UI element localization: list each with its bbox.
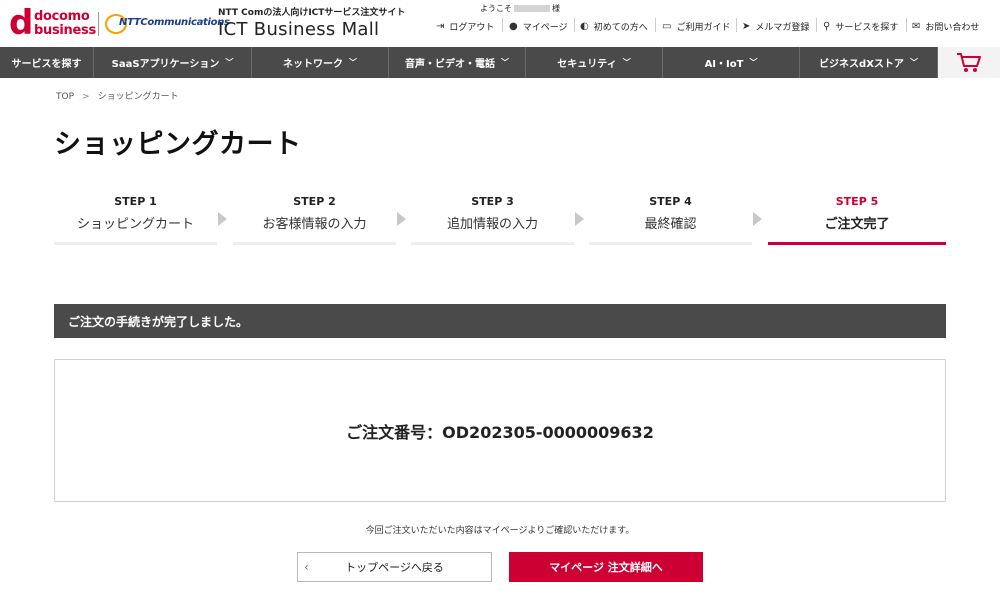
docomo-logo-line2: business [34, 23, 96, 38]
mypage-note: 今回ご注文いただいた内容はマイページよりご確認いただけます。 [365, 526, 635, 536]
back-to-top-label: トップページへ戻る [345, 561, 444, 574]
step-arrow-icon [575, 212, 584, 226]
breadcrumb-current: ショッピングカート [97, 92, 179, 102]
welcome-prefix: ようこそ [480, 4, 512, 13]
step-number: STEP 5 [835, 195, 879, 208]
beginner-label: 初めての方へ [593, 22, 648, 33]
step-label: お客様情報の入力 [262, 217, 367, 232]
chevron-down-icon: ﹀ [749, 58, 758, 67]
global-nav: サービスを探す SaaSアプリケーション ﹀ ネットワーク ﹀ 音声・ビデオ・電話 ﹀… [0, 47, 1000, 78]
step-1: STEP 1 ショッピングカート [54, 193, 217, 245]
nav-item-biz-dx-store[interactable]: ビジネスdXストア ﹀ [800, 47, 938, 78]
nav-item-search-services[interactable]: サービスを探す [0, 47, 94, 78]
chevron-down-icon: ﹀ [909, 58, 918, 67]
contact-label: お問い合わせ [925, 22, 980, 33]
chevron-down-icon: ﹀ [349, 58, 357, 67]
logout-link[interactable]: ⇥ ログアウト [436, 18, 494, 34]
ntt-communications-logo[interactable]: NTTCommunications [105, 12, 230, 36]
step-number: STEP 1 [114, 195, 157, 208]
chevron-left-icon: ‹ [304, 560, 309, 574]
order-number: ご注文番号：OD202305-0000009632 [346, 419, 654, 443]
nav-label: ビジネスdXストア [819, 59, 904, 70]
order-complete-banner: ご注文の手続きが完了しました。 [54, 304, 946, 338]
cart-icon [957, 52, 981, 72]
mypage-order-detail-button[interactable]: マイページ 注文詳細へ [509, 552, 703, 582]
nav-label: 音声・ビデオ・電話 [405, 59, 495, 70]
mypage-label: マイページ [522, 22, 568, 33]
nav-label: SaaSアプリケーション [111, 59, 220, 70]
search-service-label: サービスを探す [835, 22, 899, 33]
chevron-down-icon: ﹀ [225, 58, 234, 67]
nav-label: セキュリティ [557, 59, 617, 70]
nav-item-network[interactable]: ネットワーク ﹀ [252, 47, 389, 78]
nav-item-voice-video[interactable]: 音声・ビデオ・電話 ﹀ [389, 47, 526, 78]
step-arrow-icon [753, 212, 762, 226]
user-name-redacted [514, 5, 550, 12]
step-label: ご注文完了 [824, 217, 890, 232]
nav-item-saas[interactable]: SaaSアプリケーション ﹀ [94, 47, 252, 78]
step-number: STEP 2 [293, 195, 336, 208]
step-3: STEP 3 追加情報の入力 [411, 193, 574, 245]
util-divider [816, 18, 817, 32]
util-divider [655, 18, 656, 32]
cart-button[interactable] [938, 47, 1000, 78]
order-number-value: OD202305-0000009632 [442, 422, 654, 442]
docomo-d-mark: d [9, 3, 34, 43]
step-number: STEP 4 [649, 195, 692, 208]
nav-label: AI・IoT [704, 59, 744, 70]
newsletter-link[interactable]: ➤ メルマガ登録 [742, 18, 809, 34]
step-4: STEP 4 最終確認 [589, 193, 752, 245]
nav-label: サービスを探す [11, 59, 82, 70]
util-divider [906, 18, 907, 32]
chevron-right-icon: > [82, 92, 90, 102]
nav-label: ネットワーク [283, 59, 343, 70]
step-arrow-icon [218, 212, 227, 226]
chevron-down-icon: ﹀ [622, 58, 631, 67]
util-divider [502, 18, 503, 32]
guide-link[interactable]: ▭ ご利用ガイド [662, 18, 730, 34]
ntt-logo-text: NTTCommunications [119, 17, 230, 28]
order-number-label: ご注文番号： [346, 422, 443, 442]
search-icon: ⚲ [823, 20, 831, 32]
util-divider [574, 18, 575, 32]
logo-divider [98, 12, 99, 36]
beginner-icon: ◐ [580, 20, 589, 32]
step-number: STEP 3 [471, 195, 514, 208]
step-2: STEP 2 お客様情報の入力 [233, 193, 396, 245]
mypage-order-detail-label: マイページ 注文詳細へ [549, 561, 663, 574]
util-divider [736, 18, 737, 32]
welcome-suffix: 様 [552, 4, 560, 13]
nav-item-security[interactable]: セキュリティ ﹀ [526, 47, 663, 78]
step-label: 追加情報の入力 [446, 217, 538, 232]
breadcrumb: TOP > ショッピングカート [56, 89, 179, 102]
guide-label: ご利用ガイド [676, 22, 731, 33]
mail-icon: ✉ [912, 20, 921, 32]
logout-icon: ⇥ [436, 20, 445, 32]
logout-label: ログアウト [449, 22, 495, 33]
site-subtitle: NTT Comの法人向けICTサービス注文サイト [218, 8, 406, 18]
search-service-link[interactable]: ⚲ サービスを探す [823, 18, 898, 34]
welcome-message: ようこそ 様 [480, 3, 560, 14]
nav-item-ai-iot[interactable]: AI・IoT ﹀ [663, 47, 800, 78]
contact-link[interactable]: ✉ お問い合わせ [912, 18, 979, 34]
step-label: ショッピングカート [76, 217, 194, 232]
page-title: ショッピングカート [54, 129, 302, 160]
step-5: STEP 5 ご注文完了 [768, 193, 946, 245]
order-number-box: ご注文番号：OD202305-0000009632 [54, 359, 946, 502]
chevron-down-icon: ﹀ [501, 58, 509, 67]
send-icon: ➤ [742, 20, 751, 32]
beginner-link[interactable]: ◐ 初めての方へ [580, 18, 648, 34]
user-icon: ● [509, 20, 518, 32]
breadcrumb-home[interactable]: TOP [56, 92, 74, 102]
mypage-link[interactable]: ● マイページ [509, 18, 568, 34]
site-header: d docomo business NTTCommunications NTT … [0, 0, 1000, 47]
back-to-top-button[interactable]: ‹ トップページへ戻る [297, 552, 492, 582]
newsletter-label: メルマガ登録 [755, 22, 810, 33]
book-icon: ▭ [662, 20, 672, 32]
step-label: 最終確認 [644, 217, 697, 232]
step-arrow-icon [397, 212, 406, 226]
site-title[interactable]: ICT Business Mall [218, 19, 379, 40]
docomo-business-logo[interactable]: d docomo business [9, 3, 96, 43]
docomo-logo-line1: docomo [34, 9, 90, 24]
